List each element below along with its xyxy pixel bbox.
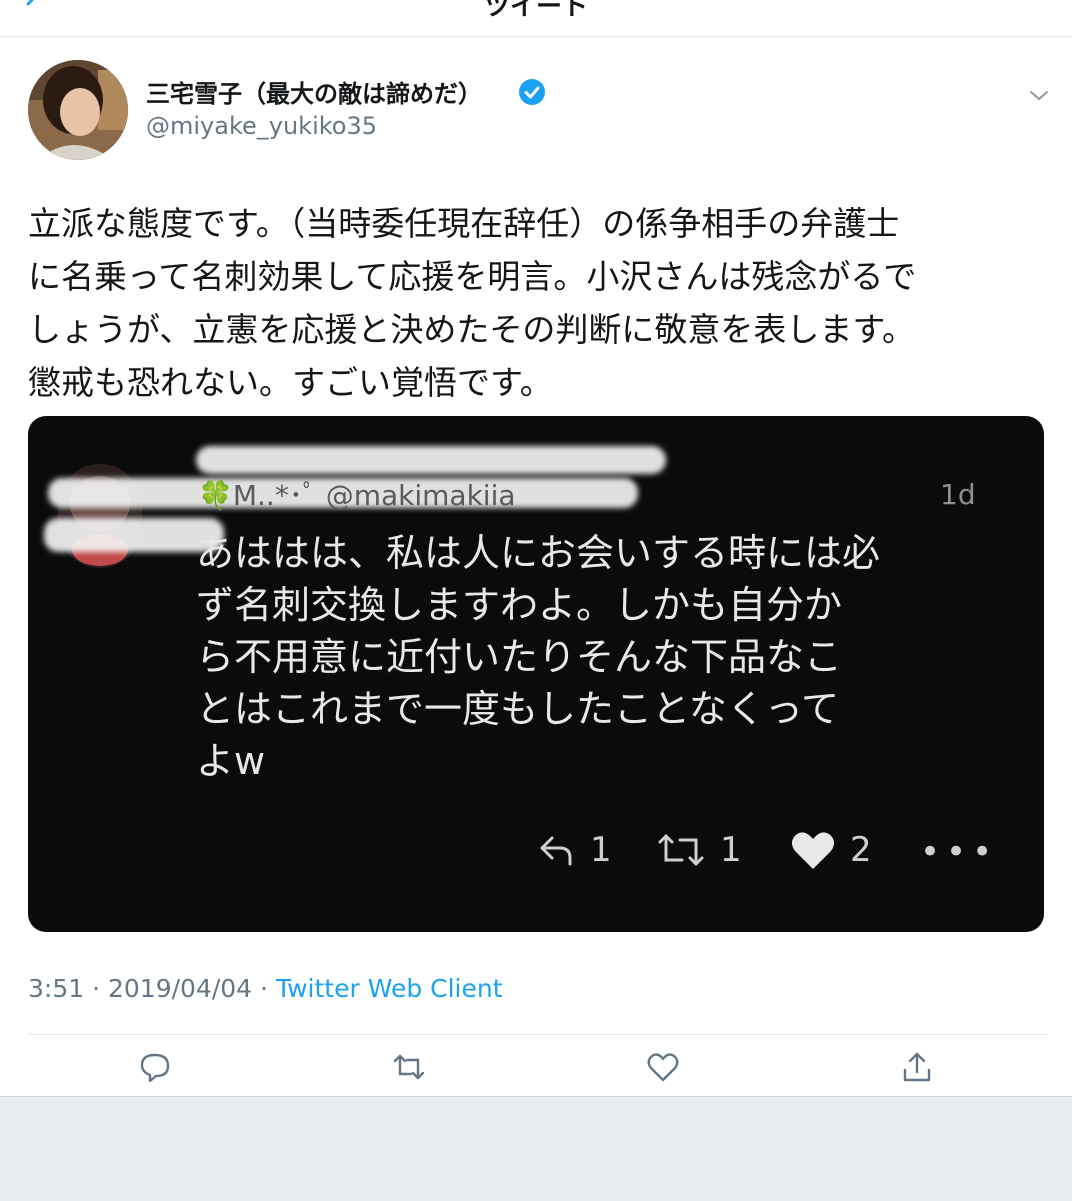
verified-badge-icon: [519, 79, 545, 105]
embedded-reply: 1: [536, 828, 612, 872]
display-name[interactable]: 三宅雪子（最大の敵は諦めだ）: [146, 74, 482, 109]
footer-area: [0, 1096, 1072, 1201]
top-bar: ツイート: [0, 0, 1072, 37]
page-title: ツイート: [483, 0, 588, 22]
more-icon: •••: [920, 832, 999, 872]
like-icon[interactable]: [646, 1050, 680, 1084]
retweet-icon: [658, 834, 704, 866]
redaction-mark: [196, 446, 666, 474]
chevron-down-icon[interactable]: [1026, 82, 1052, 108]
handle[interactable]: @miyake_yukiko35: [146, 112, 377, 140]
like-count: 2: [850, 830, 872, 870]
reply-count: 1: [590, 830, 612, 870]
embedded-time: 1d: [940, 478, 976, 511]
tweet-text: 立派な態度です。（当時委任現在辞任）の係争相手の弁護士 に名乗って名刺効果して応…: [28, 204, 917, 402]
reply-icon: [540, 836, 572, 866]
retweet-icon[interactable]: [392, 1050, 426, 1084]
divider: [28, 1034, 1048, 1035]
like-icon: [791, 832, 835, 869]
avatar[interactable]: [28, 60, 128, 160]
share-icon[interactable]: [900, 1050, 934, 1084]
meta-separator: ·: [92, 974, 101, 1003]
tweet-meta: 3:51 · 2019/04/04 · Twitter Web Client: [28, 974, 503, 1003]
embedded-author: 🍀M..*･ﾟ @makimakiia: [198, 479, 516, 512]
reply-icon[interactable]: [138, 1050, 172, 1084]
tweet-time: 3:51: [28, 974, 85, 1003]
embedded-retweet: 1: [656, 828, 742, 872]
embedded-text: あははは、私は人にお会いする時には必 ず名刺交換しますわよ。しかも自分か ら不用…: [196, 531, 881, 783]
retweet-count: 1: [720, 830, 742, 870]
tweet-date: 2019/04/04: [108, 974, 253, 1003]
tweet-client-link[interactable]: Twitter Web Client: [276, 974, 503, 1003]
embedded-like: 2: [790, 828, 872, 872]
meta-separator: ·: [260, 974, 268, 1003]
